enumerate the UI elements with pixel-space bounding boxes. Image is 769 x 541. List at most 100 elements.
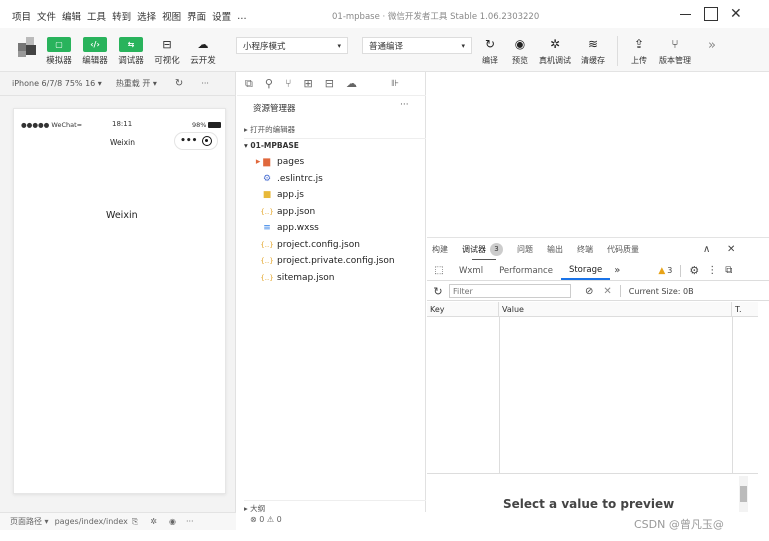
page-path-label[interactable]: 页面路径 ▾ [10, 516, 49, 527]
capsule-button[interactable]: ••• [174, 132, 218, 150]
tab-output[interactable]: 输出 [547, 244, 563, 255]
extensions-icon[interactable]: ⊞ [304, 77, 313, 90]
file-item-eslintrc[interactable]: ⚙ .eslintrc.js [252, 171, 422, 188]
outline-section[interactable]: ▸ 大纲 [244, 500, 426, 513]
split-icon[interactable]: ⊪ [391, 79, 399, 89]
close-target-icon[interactable] [201, 136, 212, 146]
debug-top-tabs: 构建 调试器 3 问题 输出 终端 代码质量 [432, 240, 639, 258]
compile-button[interactable]: ↻ 编译 [475, 37, 505, 66]
warning-count[interactable]: 3 [667, 266, 672, 275]
outline-icon[interactable]: ⊟ [325, 77, 334, 90]
copy-icon[interactable]: ⎘ [132, 517, 138, 527]
col-value[interactable]: Value [499, 301, 732, 317]
version-control-button[interactable]: ⑂ 版本管理 [654, 37, 696, 66]
debugger-button[interactable]: ⇆ 调试器 [116, 37, 146, 66]
simulator-button[interactable]: ▢ 模拟器 [44, 37, 74, 66]
undock-icon[interactable]: ⧉ [725, 265, 732, 276]
project-section[interactable]: ▾ 01-MPBASE [244, 141, 299, 150]
file-item-app-json[interactable]: {..} app.json [252, 204, 422, 221]
col-t[interactable]: T. [732, 302, 758, 317]
collapse-panel-icon[interactable]: ∧ [703, 244, 710, 255]
minimize-button[interactable] [678, 7, 692, 21]
menu-item-select[interactable]: 选择 [137, 9, 156, 23]
config-gear-icon: ⚙ [262, 173, 272, 184]
real-device-debug-button[interactable]: ✲ 真机调试 [535, 37, 575, 66]
upload-button[interactable]: ⇪ 上传 [624, 37, 654, 66]
more-icon[interactable]: ··· [201, 79, 209, 88]
more-small-icon[interactable]: ··· [186, 517, 194, 526]
eye-small-icon[interactable]: ◉ [169, 517, 176, 526]
menu-item-more[interactable]: … [237, 11, 247, 22]
toolbar-expand-button[interactable]: » [708, 38, 716, 53]
battery-icon [208, 122, 222, 128]
tab-performance[interactable]: Performance [491, 261, 561, 280]
search-icon[interactable]: ⚲ [265, 77, 273, 90]
devtools-settings-icon[interactable]: ⚙ [689, 264, 699, 277]
table-scrollbar[interactable] [758, 302, 769, 474]
tab-wxml[interactable]: Wxml [451, 261, 491, 280]
preview-button[interactable]: ◉ 预览 [505, 37, 535, 66]
cloud-panel-icon[interactable]: ☁ [346, 77, 357, 90]
more-dots-icon[interactable]: ••• [180, 136, 197, 146]
close-panel-icon[interactable]: ✕ [727, 244, 735, 255]
file-item-project-private-config[interactable]: {..} project.private.config.json [252, 253, 422, 270]
tab-problems[interactable]: 问题 [517, 244, 533, 255]
visualize-button[interactable]: ⊟ 可视化 [152, 37, 182, 66]
menu-item-edit[interactable]: 编辑 [62, 9, 81, 23]
open-editors-section[interactable]: ▸ 打开的编辑器 [244, 124, 426, 139]
key-column-divider [499, 317, 500, 474]
file-item-sitemap[interactable]: {..} sitemap.json [252, 270, 422, 287]
menu-item-interface[interactable]: 界面 [187, 9, 206, 23]
compile-select[interactable]: 普通编译 ▾ [362, 37, 472, 54]
tab-debugger[interactable]: 调试器 [462, 244, 486, 255]
menu-item-goto[interactable]: 转到 [112, 9, 131, 23]
tab-code-quality[interactable]: 代码质量 [607, 244, 639, 255]
menu-item-settings[interactable]: 设置 [212, 9, 231, 23]
explorer-more-button[interactable]: ··· [400, 100, 409, 110]
page-path[interactable]: pages/index/index [55, 517, 128, 526]
tab-build[interactable]: 构建 [432, 244, 448, 255]
battery-indicator: 98% [192, 121, 222, 129]
preview-scrollbar[interactable] [739, 476, 748, 512]
file-item-project-config[interactable]: {..} project.config.json [252, 237, 422, 254]
source-control-icon[interactable]: ⑂ [285, 77, 292, 90]
eye-icon: ◉ [514, 36, 526, 51]
menu-item-project[interactable]: 项目 [12, 9, 31, 23]
close-window-button[interactable]: ✕ [730, 7, 742, 21]
tab-terminal[interactable]: 终端 [577, 244, 593, 255]
mode-select[interactable]: 小程序模式 ▾ [236, 37, 348, 54]
code-icon: ‹/› [83, 37, 107, 52]
problems-counter[interactable]: ⊗ 0 ⚠ 0 [250, 515, 282, 524]
file-item-pages[interactable]: ▸ ▆ pages [252, 154, 422, 171]
status-bar-left: 页面路径 ▾ pages/index/index ⎘ ✲ ◉ ··· [0, 512, 236, 530]
filter-input[interactable] [449, 284, 571, 298]
tab-storage[interactable]: Storage [560, 261, 611, 280]
cloud-dev-button[interactable]: ☁ 云开发 [188, 37, 218, 66]
file-item-app-wxss[interactable]: ≡ app.wxss [252, 220, 422, 237]
menu-item-view[interactable]: 视图 [162, 9, 181, 23]
clear-cache-button[interactable]: ≋ 清缓存 [575, 37, 611, 66]
maximize-button[interactable] [704, 7, 718, 21]
kebab-menu-icon[interactable]: ⋮ [707, 265, 717, 276]
menu-item-file[interactable]: 文件 [37, 9, 56, 23]
reload-icon[interactable]: ↻ [175, 78, 183, 89]
wxss-file-icon: ≡ [263, 223, 271, 234]
more-tabs-icon[interactable]: » [614, 265, 620, 276]
upload-icon: ⇪ [633, 36, 645, 51]
settings-small-icon[interactable]: ✲ [150, 517, 157, 526]
menu-item-tools[interactable]: 工具 [87, 9, 106, 23]
clock-label: 18:11 [112, 120, 133, 128]
toolbar-sep [619, 285, 621, 297]
value-column-divider [732, 317, 733, 474]
editor-button[interactable]: ‹/› 编辑器 [80, 37, 110, 66]
file-item-app-js[interactable]: ■ app.js [252, 187, 422, 204]
avatar[interactable] [18, 37, 38, 57]
refresh-storage-icon[interactable]: ↻ [427, 285, 449, 298]
device-select[interactable]: iPhone 6/7/8 75% 16 ▾ [12, 79, 102, 88]
files-icon[interactable]: ⧉ [245, 77, 253, 91]
inspect-element-icon[interactable]: ⬚ [427, 265, 451, 276]
col-key[interactable]: Key [427, 301, 499, 317]
clear-storage-icon[interactable]: ⊘ [585, 286, 593, 297]
hot-reload-toggle[interactable]: 热重载 开 ▾ [116, 78, 157, 89]
delete-item-icon[interactable]: ✕ [603, 286, 611, 297]
